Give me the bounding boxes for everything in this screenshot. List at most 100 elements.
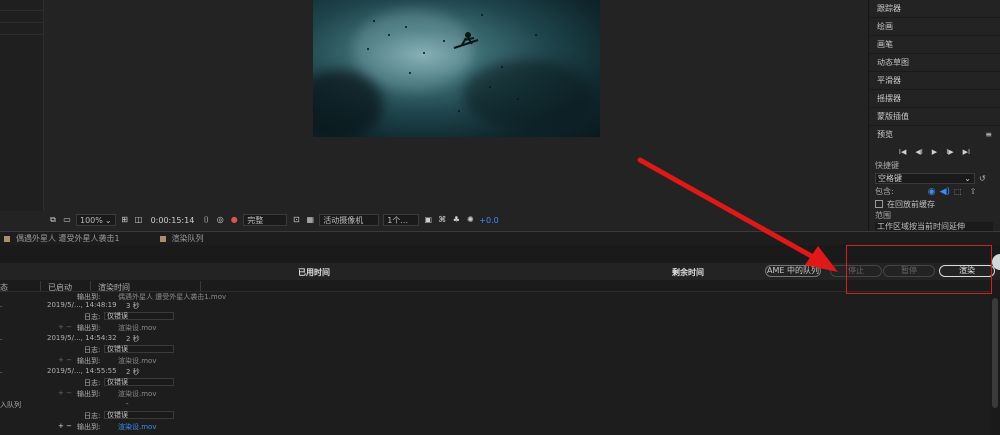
output-to-label: 输出到:: [77, 324, 101, 332]
video-eye-icon[interactable]: ◉: [928, 187, 936, 197]
list-item[interactable]: 输出到: 偶遇外星人 遭受外星人袭击1.mov: [0, 292, 990, 301]
range-label: 范围: [875, 211, 891, 220]
skier-figure: [453, 32, 479, 49]
chevron-down-icon: ⌄: [104, 215, 112, 225]
elapsed-time-label: 已用时间: [298, 268, 330, 277]
panel-brushes[interactable]: 画笔: [869, 36, 1000, 54]
camera-dropdown[interactable]: 活动摄像机: [319, 214, 380, 226]
render-time-cell: 2 秒: [126, 368, 140, 376]
panel-motion-sketch[interactable]: 动态草图: [869, 54, 1000, 72]
log-dropdown[interactable]: 仅错误: [104, 312, 174, 320]
export-icon[interactable]: ⇧: [970, 187, 977, 196]
preview-panel-header: 预览 ≡: [869, 126, 1000, 144]
color-icon[interactable]: ●: [229, 215, 239, 225]
include-row: 包含: ◉ ◀) ⬚ ⇧: [869, 185, 1000, 198]
output-file-link[interactable]: 渲染设.mov: [118, 356, 156, 366]
panel-smoother[interactable]: 平滑器: [869, 72, 1000, 90]
panel-wiggler[interactable]: 摇摆器: [869, 90, 1000, 108]
status-cell: 入队列: [0, 401, 21, 409]
tab-render-queue[interactable]: 渲染队列: [159, 233, 204, 244]
transparency-grid-icon[interactable]: ▦: [305, 215, 315, 225]
first-frame-icon[interactable]: I◀: [899, 148, 906, 156]
overlay-icon[interactable]: ⬚: [954, 187, 962, 196]
tab-composition-label: 偶遇外星人 遭受外星人袭击1: [16, 234, 120, 243]
menu-icon[interactable]: ≡: [985, 126, 992, 144]
shortcut-label: 快捷键: [875, 161, 899, 170]
add-output-icon[interactable]: + −: [58, 356, 72, 364]
log-label: 日志:: [84, 346, 101, 354]
composition-panel: ⧉ ▭ 100% ⌄ ⊞ ◫ 0:00:15:14 ⌷ ◎ ● 完整 ⊡ ▦ 活动…: [0, 0, 868, 231]
resolution-value: 完整: [247, 215, 264, 225]
scrollbar-thumb[interactable]: [992, 298, 998, 408]
list-item: 日志: 仅错误: [0, 411, 990, 422]
exposure-icon[interactable]: ✺: [465, 215, 475, 225]
output-to-label: 输出到:: [77, 423, 101, 431]
list-item: + − 输出到: 渲染设.mov: [0, 356, 990, 367]
camera-icon[interactable]: ⌷: [201, 215, 211, 225]
fast-preview-icon[interactable]: ⊡: [291, 215, 301, 225]
timecode[interactable]: 0:00:15:14: [151, 216, 195, 225]
add-output-icon[interactable]: + −: [58, 389, 72, 397]
log-dropdown[interactable]: 仅错误: [104, 411, 174, 419]
started-cell: 2019/5/..., 14:54:32: [47, 334, 117, 342]
output-to-label: 输出到:: [77, 390, 101, 398]
table-row[interactable]: . 2019/5/..., 14:55:55 2 秒: [0, 367, 990, 378]
output-to-label: 输出到:: [77, 357, 101, 365]
render-queue-scrollbar[interactable]: [990, 280, 1000, 435]
table-row[interactable]: 入队列 -: [0, 400, 990, 411]
grid-icon[interactable]: ⊞: [120, 215, 130, 225]
log-label: 日志:: [84, 379, 101, 387]
panel-paint[interactable]: 绘画: [869, 18, 1000, 36]
table-row[interactable]: . 2019/5/..., 14:54:32 2 秒: [0, 334, 990, 345]
chevron-down-icon: ⌄: [964, 174, 971, 183]
channel-icon[interactable]: ◎: [215, 215, 225, 225]
prev-frame-icon[interactable]: ◀I: [915, 148, 922, 156]
add-output-icon[interactable]: + −: [58, 323, 72, 331]
views-dropdown[interactable]: 1个...: [383, 214, 420, 226]
remaining-time-label: 剩余时间: [672, 268, 704, 277]
output-file-link[interactable]: 渲染设.mov: [118, 422, 156, 432]
next-frame-icon[interactable]: I▶: [946, 148, 953, 156]
render-time-cell: 2 秒: [126, 335, 140, 343]
zoom-value: 100%: [80, 215, 103, 225]
monitor-icon[interactable]: ▭: [62, 215, 72, 225]
mask-icon[interactable]: ◫: [134, 215, 144, 225]
ame-queue-button[interactable]: AME 中的队列: [765, 265, 821, 277]
views-value: 1个...: [387, 215, 409, 225]
add-output-icon[interactable]: + −: [58, 422, 72, 430]
output-file-link[interactable]: 渲染设.mov: [118, 323, 156, 333]
log-dropdown[interactable]: 仅错误: [104, 378, 174, 386]
panel-mask-interpolation[interactable]: 蒙版插值: [869, 108, 1000, 126]
log-label: 日志:: [84, 313, 101, 321]
cache-label: 在回放前缓存: [887, 199, 935, 209]
exposure-value[interactable]: +0.0: [479, 216, 498, 225]
list-item: 日志: 仅错误: [0, 345, 990, 356]
toggle-pixel-icon[interactable]: ▣: [423, 215, 433, 225]
log-dropdown[interactable]: 仅错误: [104, 345, 174, 353]
started-cell: 2019/5/..., 14:48:19: [47, 301, 117, 309]
tab-composition[interactable]: 偶遇外星人 遭受外星人袭击1: [4, 233, 120, 244]
list-item: + − 输出到: 渲染设.mov: [0, 389, 990, 400]
flowchart-icon[interactable]: ♣: [451, 215, 461, 225]
output-file-link[interactable]: 渲染设.mov: [118, 389, 156, 399]
audio-icon[interactable]: ◀): [940, 187, 950, 197]
render-queue-list: 输出到: 偶遇外星人 遭受外星人袭击1.mov . 2019/5/..., 14…: [0, 292, 990, 435]
table-row[interactable]: . 2019/5/..., 14:48:19 3 秒: [0, 301, 990, 312]
highlight-box: [846, 245, 992, 294]
resolution-dropdown[interactable]: 完整: [243, 214, 288, 226]
list-item: + − 输出到: 渲染设.mov: [0, 323, 990, 334]
render-queue-tabs: 偶遇外星人 遭受外星人袭击1 渲染队列: [0, 231, 1000, 245]
play-icon[interactable]: ▶: [932, 148, 937, 156]
list-item: 日志: 仅错误: [0, 378, 990, 389]
snapshot-icon[interactable]: ⌘: [437, 215, 447, 225]
composition-viewer[interactable]: [313, 0, 600, 137]
panel-tracker[interactable]: 跟踪器: [869, 0, 1000, 18]
cache-checkbox[interactable]: [875, 200, 883, 208]
project-panel-strip: [0, 0, 44, 211]
shortcut-dropdown[interactable]: 空格键 ⌄: [875, 173, 975, 184]
last-frame-icon[interactable]: ▶I: [963, 148, 970, 156]
zoom-dropdown[interactable]: 100% ⌄: [76, 214, 116, 226]
loop-icon[interactable]: ↺: [979, 174, 986, 183]
region-icon[interactable]: ⧉: [48, 215, 58, 225]
tab-render-queue-label: 渲染队列: [171, 234, 204, 243]
